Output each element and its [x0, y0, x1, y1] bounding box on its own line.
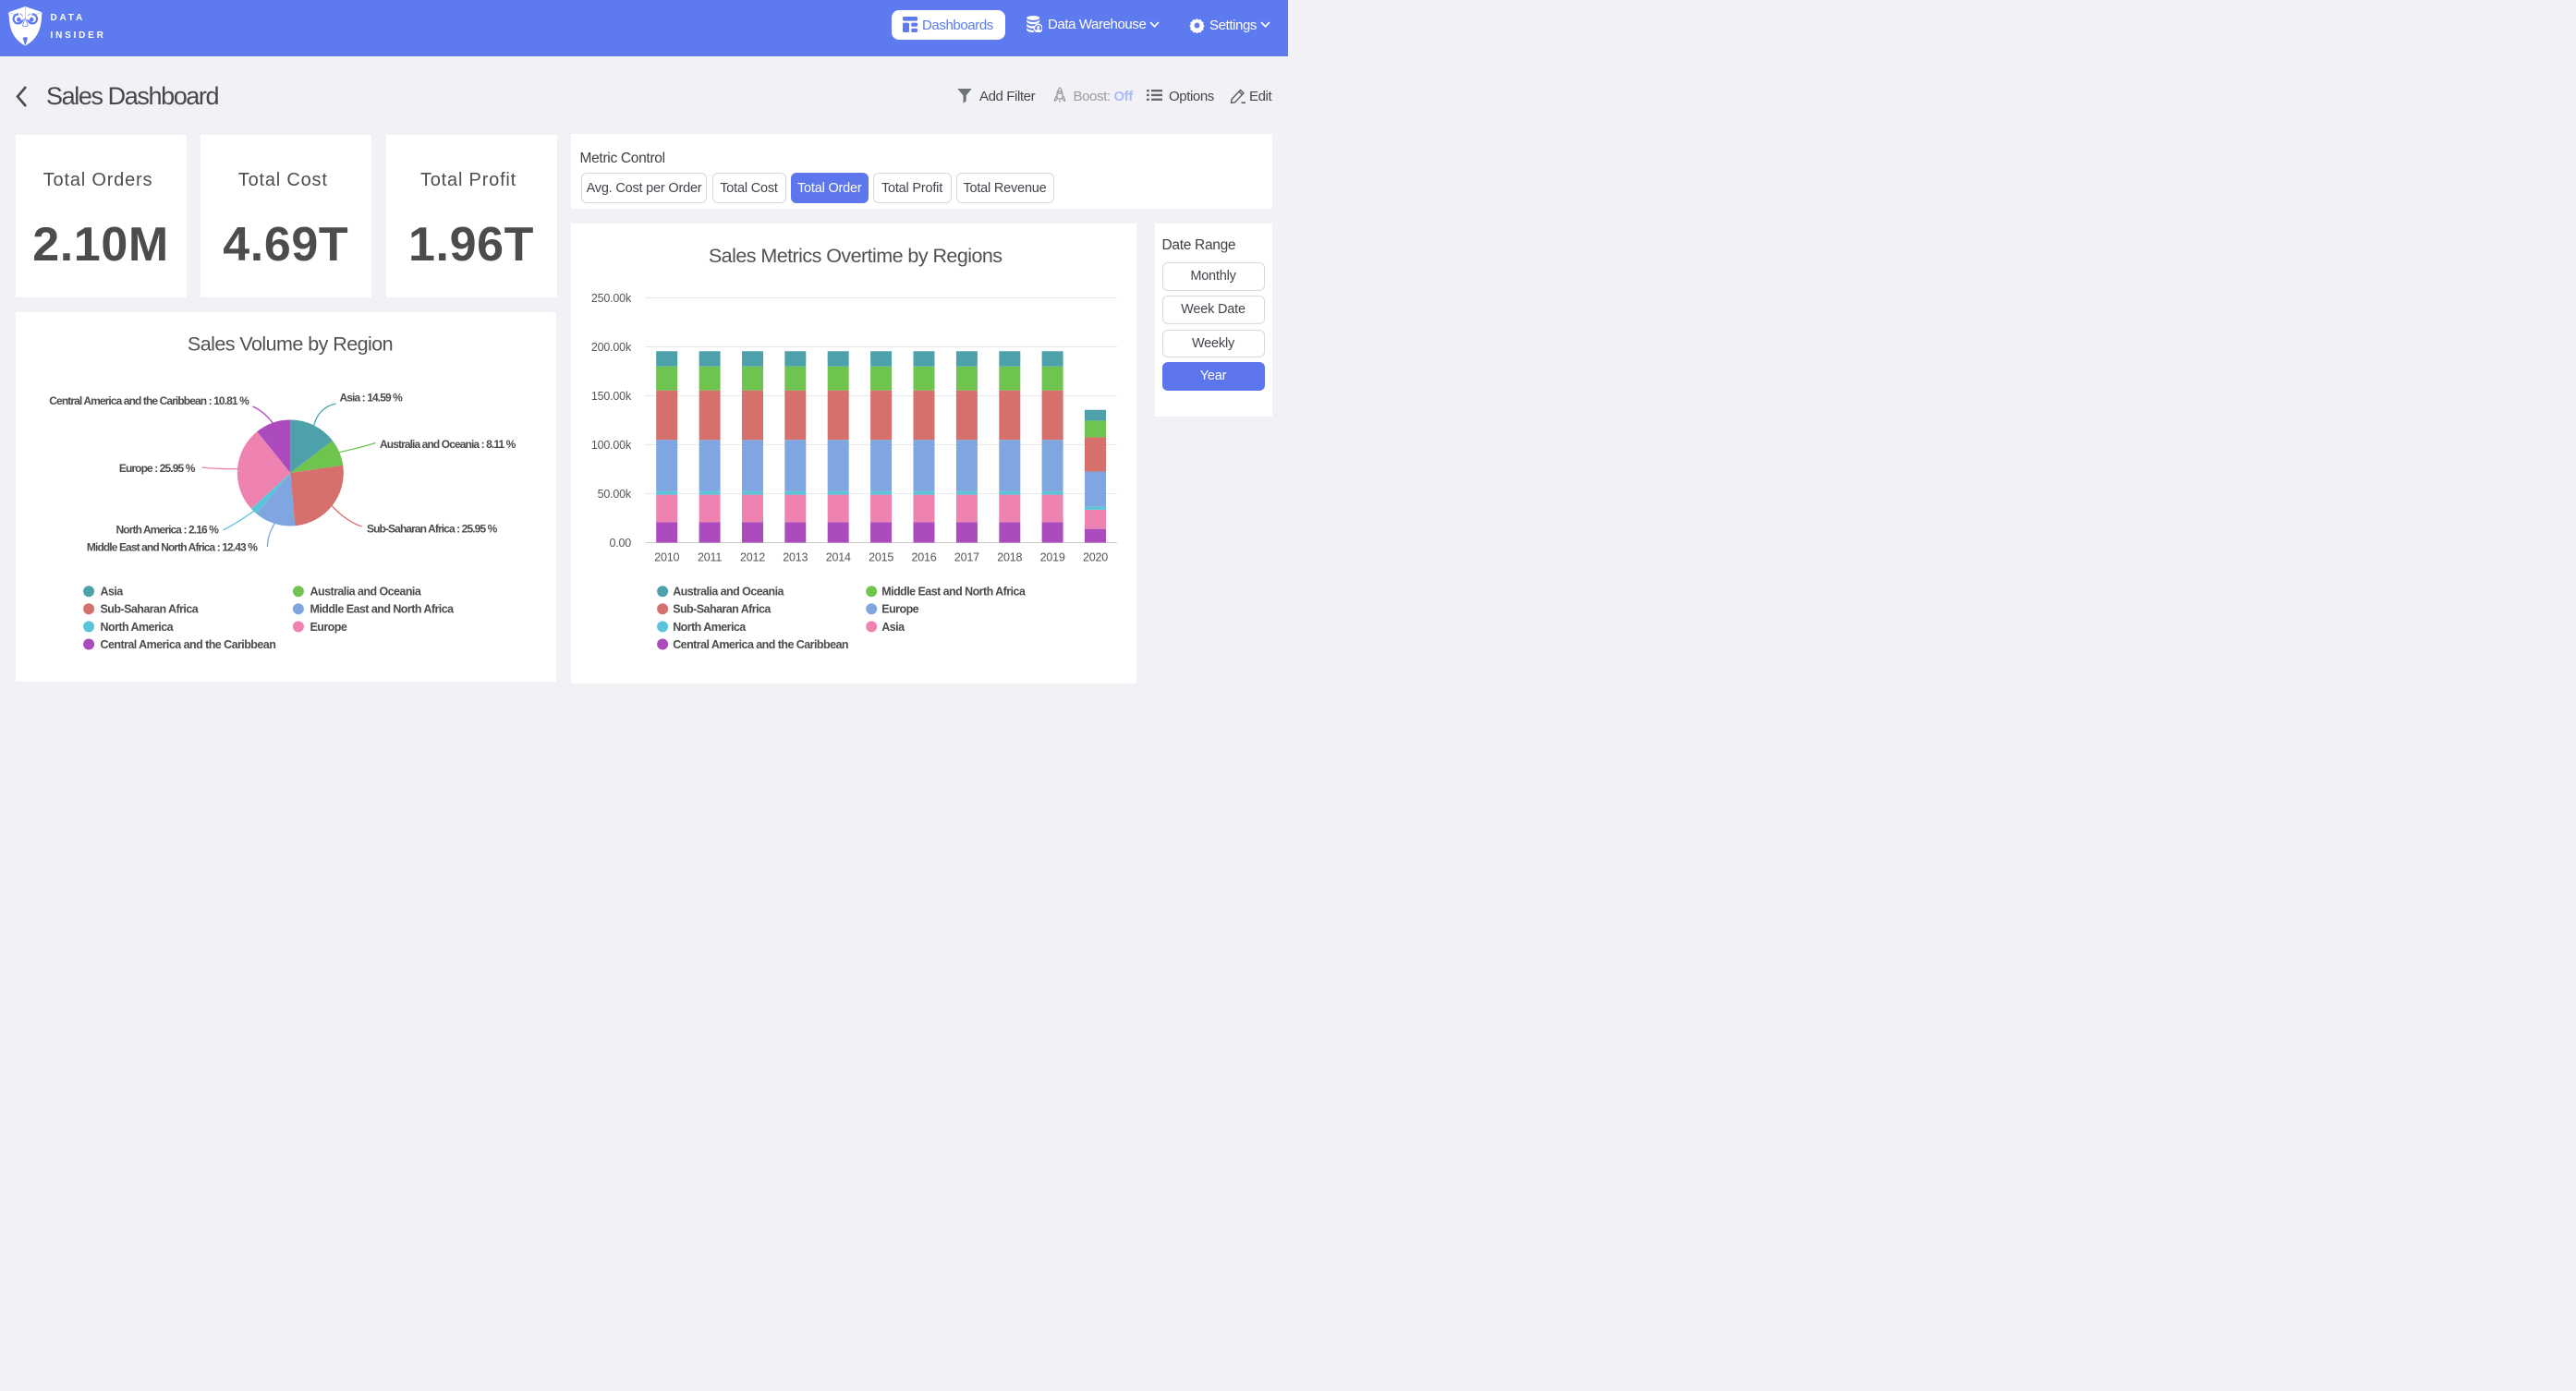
svg-text:North America: North America [100, 621, 174, 634]
svg-text:Sub-Saharan Africa: Sub-Saharan Africa [100, 603, 199, 616]
svg-text:0.00: 0.00 [609, 537, 631, 550]
svg-text:Asia : 14.59 %: Asia : 14.59 % [339, 391, 403, 404]
svg-text:Middle East and North Africa: Middle East and North Africa [310, 603, 455, 616]
svg-text:2017: 2017 [954, 551, 979, 564]
svg-text:Central America and the Caribb: Central America and the Caribbean [673, 638, 848, 651]
svg-text:Europe: Europe [881, 603, 918, 616]
svg-text:2019: 2019 [1040, 551, 1065, 564]
svg-text:Europe: Europe [310, 621, 346, 634]
svg-text:Middle East and North Africa :: Middle East and North Africa : 12.43 % [86, 541, 257, 554]
svg-text:Australia and Oceania : 8.11 %: Australia and Oceania : 8.11 % [380, 438, 516, 451]
svg-text:2014: 2014 [826, 551, 851, 564]
svg-text:200.00k: 200.00k [591, 341, 632, 354]
svg-text:250.00k: 250.00k [591, 292, 632, 305]
svg-text:Asia: Asia [100, 586, 124, 599]
svg-text:Australia and Oceania: Australia and Oceania [310, 586, 421, 599]
svg-text:North America: North America [673, 621, 747, 634]
svg-text:150.00k: 150.00k [591, 390, 632, 403]
svg-text:100.00k: 100.00k [591, 439, 632, 452]
svg-text:2018: 2018 [997, 551, 1022, 564]
svg-text:Sales Metrics Overtime by Regi: Sales Metrics Overtime by Regions [709, 245, 1002, 267]
svg-text:Central America and the Caribb: Central America and the Caribbean : 10.8… [49, 394, 249, 407]
svg-text:50.00k: 50.00k [598, 488, 632, 501]
svg-text:2020: 2020 [1083, 551, 1108, 564]
svg-text:Asia: Asia [881, 621, 905, 634]
svg-text:Sub-Saharan Africa : 25.95 %: Sub-Saharan Africa : 25.95 % [367, 523, 498, 536]
svg-text:2012: 2012 [740, 551, 765, 564]
svg-text:2016: 2016 [911, 551, 936, 564]
svg-text:2010: 2010 [654, 551, 679, 564]
svg-text:Europe : 25.95 %: Europe : 25.95 % [118, 462, 195, 475]
svg-text:Middle East and North Africa: Middle East and North Africa [881, 586, 1027, 599]
svg-text:2011: 2011 [698, 551, 722, 564]
svg-text:Sub-Saharan Africa: Sub-Saharan Africa [673, 603, 772, 616]
svg-text:2013: 2013 [783, 551, 808, 564]
svg-text:North America : 2.16 %: North America : 2.16 % [115, 524, 219, 537]
svg-text:2015: 2015 [869, 551, 893, 564]
svg-text:Sales Volume by Region: Sales Volume by Region [187, 333, 392, 356]
svg-text:Australia and Oceania: Australia and Oceania [673, 586, 784, 599]
svg-text:Central America and the Caribb: Central America and the Caribbean [100, 638, 275, 651]
